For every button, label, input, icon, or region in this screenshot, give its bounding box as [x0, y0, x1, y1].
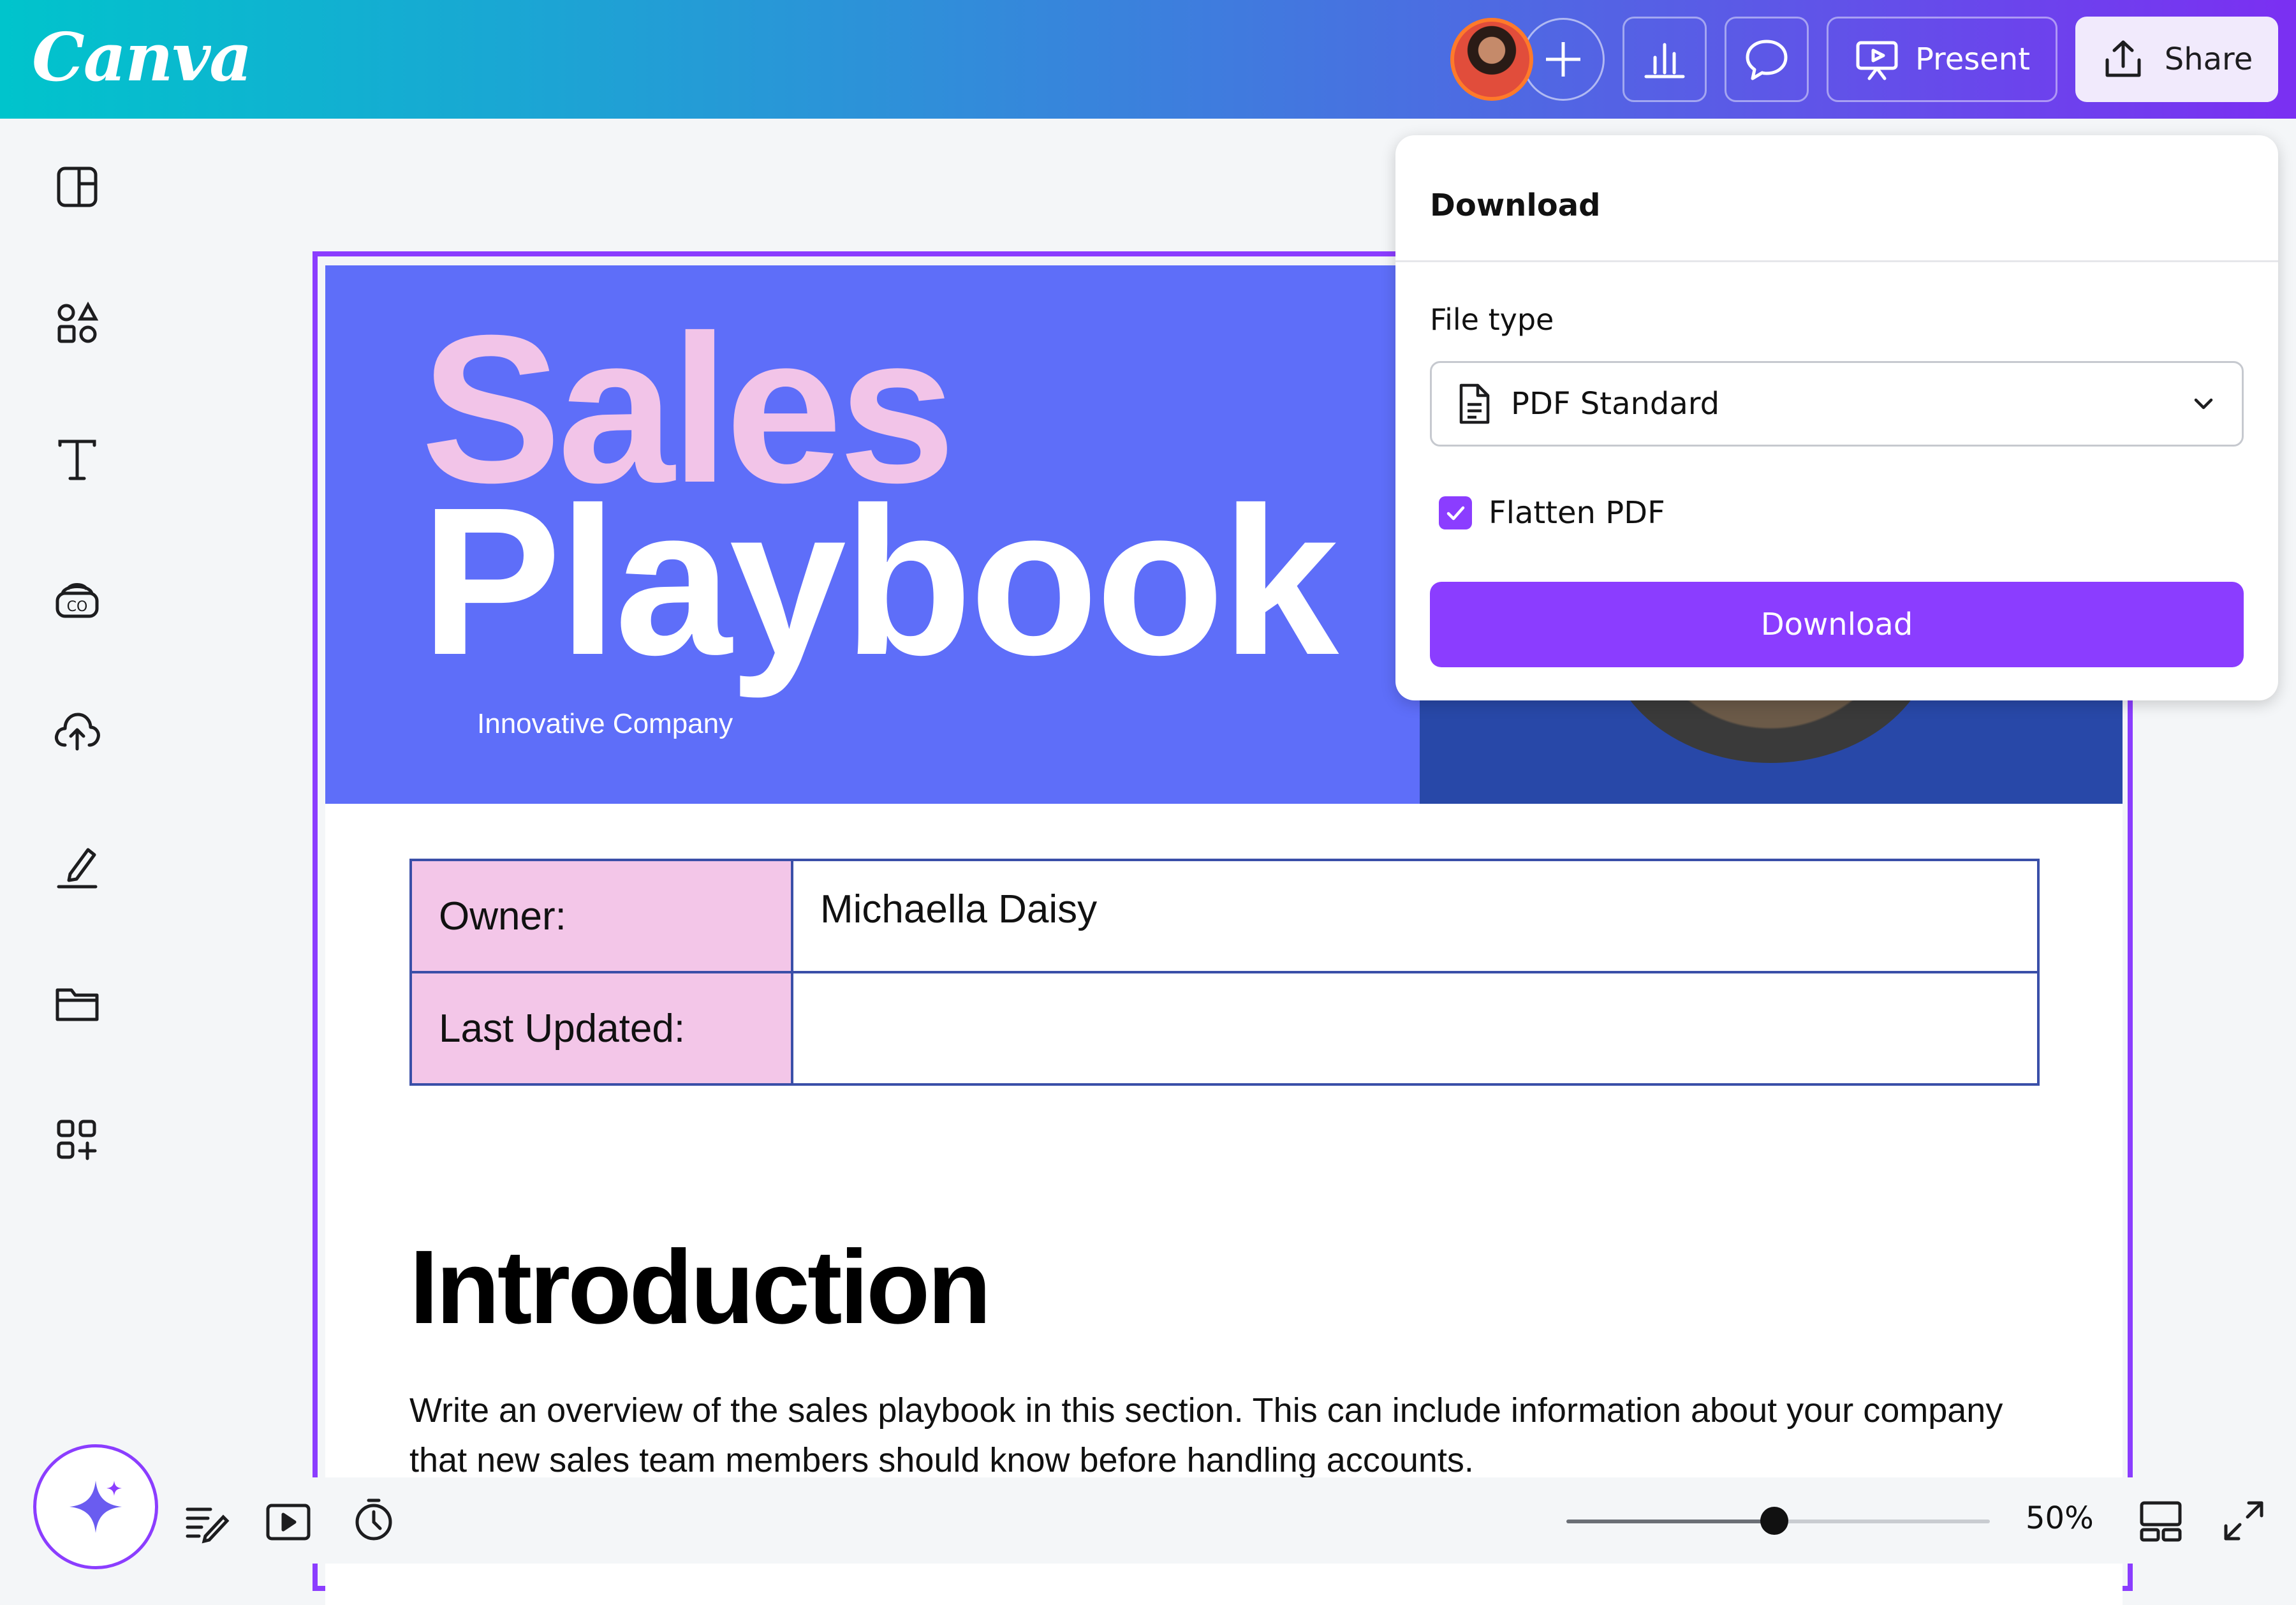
sparkle-icon [70, 1481, 122, 1533]
info-table[interactable]: Owner: Michaella Daisy Last Updated: [409, 859, 2040, 1086]
divider [1395, 260, 2278, 262]
avatar[interactable] [1450, 18, 1533, 101]
checkmark-icon [1446, 506, 1465, 521]
panel-title: Download [1430, 188, 1601, 223]
plus-icon [1546, 42, 1580, 77]
present-button[interactable]: Present [1827, 17, 2057, 102]
intro-paragraph[interactable]: Write an overview of the sales playbook … [409, 1386, 2042, 1485]
text-icon[interactable] [51, 434, 103, 486]
zoom-slider-handle[interactable] [1760, 1507, 1788, 1535]
download-button[interactable]: Download [1430, 582, 2244, 667]
draw-icon[interactable] [51, 841, 103, 893]
brand-icon[interactable]: CO [51, 572, 103, 624]
chevron-down-icon [2194, 398, 2213, 410]
add-collaborator-button[interactable] [1522, 18, 1605, 101]
comment-icon [1746, 40, 1788, 80]
share-label: Share [2164, 41, 2253, 77]
insights-button[interactable] [1623, 17, 1707, 102]
projects-icon[interactable] [51, 977, 103, 1030]
hero-banner[interactable]: Sales Playbook Innovative Company [325, 265, 1420, 804]
fullscreen-icon[interactable] [2219, 1497, 2268, 1545]
svg-text:CO: CO [67, 599, 88, 615]
comments-button[interactable] [1725, 17, 1809, 102]
title-playbook[interactable]: Playbook [421, 476, 1339, 686]
design-icon[interactable] [51, 161, 103, 213]
apps-icon[interactable] [51, 1114, 103, 1166]
table-row: Owner: Michaella Daisy [409, 859, 2040, 973]
last-updated-value[interactable] [791, 971, 2040, 1086]
zoom-slider-fill [1566, 1520, 1773, 1523]
flatten-pdf-label[interactable]: Flatten PDF [1489, 495, 1665, 531]
bar-chart-icon [1644, 43, 1685, 78]
download-panel: Download File type PDF Standard Flatten … [1395, 135, 2278, 700]
intro-heading[interactable]: Introduction [409, 1227, 991, 1347]
pages-view-icon[interactable] [2137, 1497, 2185, 1545]
top-bar: Canva Present Share [0, 0, 2296, 119]
play-icon[interactable] [264, 1498, 313, 1546]
flatten-pdf-checkbox[interactable] [1439, 496, 1472, 529]
present-icon [1856, 41, 1898, 80]
canva-logo[interactable]: Canva [32, 18, 253, 96]
company-subtitle[interactable]: Innovative Company [477, 708, 733, 740]
magic-button[interactable] [33, 1444, 158, 1569]
zoom-value[interactable]: 50% [2026, 1500, 2094, 1536]
owner-value[interactable]: Michaella Daisy [791, 859, 2040, 973]
share-icon [2105, 40, 2141, 77]
file-type-value: PDF Standard [1511, 386, 1720, 422]
notes-icon[interactable] [182, 1498, 231, 1546]
table-row: Last Updated: [409, 971, 2040, 1086]
last-updated-key[interactable]: Last Updated: [409, 971, 793, 1086]
file-type-select[interactable]: PDF Standard [1430, 361, 2244, 447]
present-label: Present [1915, 41, 2031, 77]
uploads-icon[interactable] [51, 706, 103, 758]
timer-icon[interactable] [350, 1495, 398, 1544]
share-button[interactable]: Share [2075, 17, 2278, 102]
elements-icon[interactable] [51, 297, 103, 350]
document-icon [1459, 383, 1490, 424]
owner-key[interactable]: Owner: [409, 859, 793, 973]
file-type-label: File type [1430, 302, 1554, 337]
